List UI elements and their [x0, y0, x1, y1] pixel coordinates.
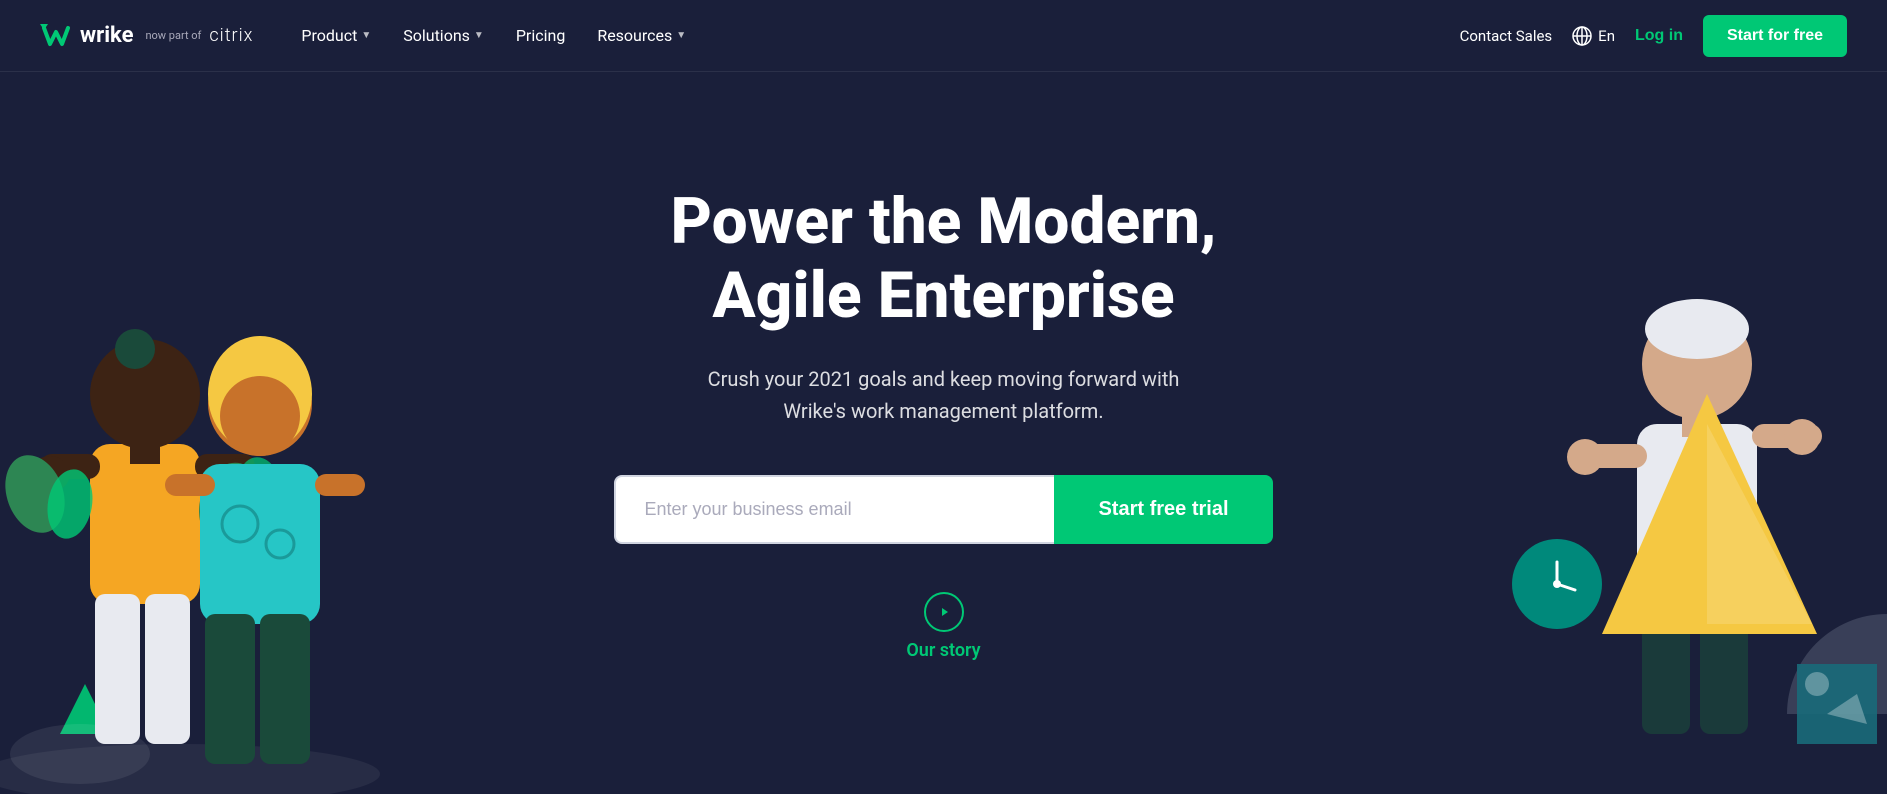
hero-title-line2: Agile Enterprise	[712, 258, 1174, 333]
product-label: Product	[301, 26, 357, 45]
citrix-text: citrix	[209, 25, 253, 46]
navbar: wrike now part of citrix Product ▼ Solut…	[0, 0, 1887, 72]
start-free-button[interactable]: Start for free	[1703, 15, 1847, 57]
nav-item-resources[interactable]: Resources ▼	[585, 18, 698, 53]
solutions-label: Solutions	[403, 26, 470, 45]
navbar-left: wrike now part of citrix Product ▼ Solut…	[40, 18, 698, 53]
hero-title: Power the Modern, Agile Enterprise	[614, 185, 1272, 332]
solutions-chevron-icon: ▼	[474, 30, 484, 41]
cta-area: Start free trial	[614, 475, 1272, 544]
nav-item-pricing[interactable]: Pricing	[504, 18, 578, 53]
language-label: En	[1598, 27, 1615, 45]
login-button[interactable]: Log in	[1635, 27, 1683, 45]
globe-icon	[1572, 26, 1592, 46]
our-story-circle-icon	[924, 592, 964, 632]
language-selector[interactable]: En	[1572, 26, 1615, 46]
logo-area[interactable]: wrike now part of citrix	[40, 22, 253, 50]
illustration-left	[0, 114, 420, 794]
our-story-label: Our story	[906, 640, 980, 661]
hero-section: Power the Modern, Agile Enterprise Crush…	[0, 72, 1887, 794]
pricing-label: Pricing	[516, 26, 566, 45]
wrike-text: wrike	[80, 23, 133, 48]
nav-links: Product ▼ Solutions ▼ Pricing Resources …	[289, 18, 698, 53]
trial-button[interactable]: Start free trial	[1054, 475, 1272, 544]
email-input[interactable]	[614, 475, 1054, 544]
resources-chevron-icon: ▼	[676, 30, 686, 41]
wrike-logo-icon	[40, 22, 72, 50]
product-chevron-icon: ▼	[361, 30, 371, 41]
hero-title-line1: Power the Modern,	[671, 184, 1217, 259]
illustration-right	[1507, 114, 1887, 794]
now-part-of-text: now part of	[145, 29, 201, 42]
our-story-link[interactable]: Our story	[614, 592, 1272, 661]
hero-subtitle: Crush your 2021 goals and keep moving fo…	[614, 363, 1272, 427]
navbar-right: Contact Sales En Log in Start for free	[1460, 15, 1847, 57]
nav-item-product[interactable]: Product ▼	[289, 18, 383, 53]
nav-item-solutions[interactable]: Solutions ▼	[391, 18, 496, 53]
hero-content: Power the Modern, Agile Enterprise Crush…	[614, 185, 1272, 660]
resources-label: Resources	[597, 26, 672, 45]
contact-sales-link[interactable]: Contact Sales	[1460, 27, 1553, 45]
